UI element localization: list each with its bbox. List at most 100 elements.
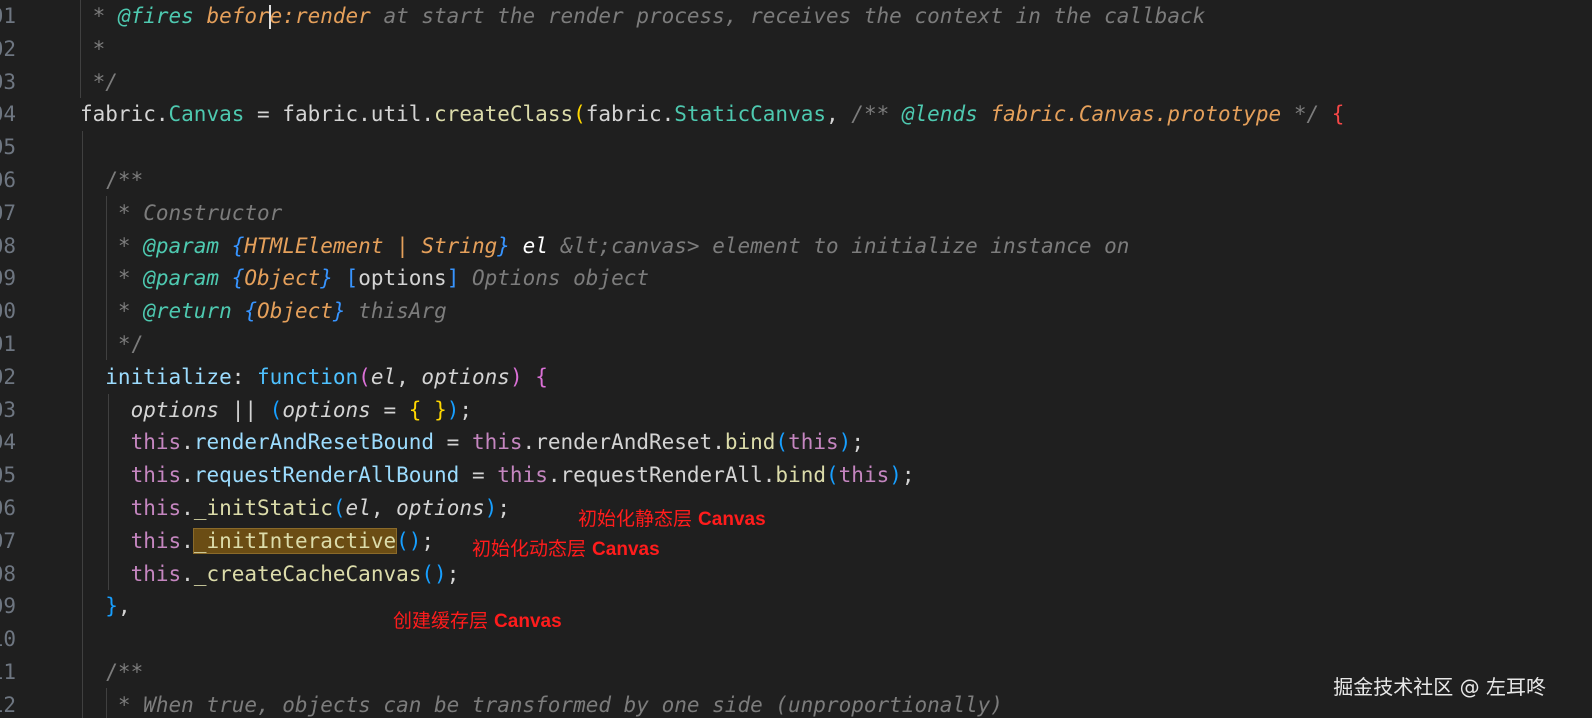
code-token: , — [370, 496, 397, 520]
code-line[interactable]: initialize: function(el, options) { — [80, 361, 548, 394]
line-number: 10 — [0, 627, 16, 652]
annotation-text: 初始化动态层 — [472, 538, 593, 560]
code-token: el — [370, 364, 397, 389]
code-line[interactable]: * — [80, 33, 106, 66]
code-token: fabric. — [80, 102, 169, 127]
code-token: , — [396, 364, 422, 389]
jsdoc-type: HTMLElement | String — [244, 233, 498, 258]
line-number: 07 — [0, 528, 16, 553]
code-token: ; — [901, 463, 915, 488]
code-token: { — [1319, 102, 1345, 127]
code-line[interactable]: * When true, objects can be transformed … — [80, 689, 1003, 718]
code-token: StaticCanvas — [674, 102, 826, 127]
code-line[interactable]: this._initStatic(el, options); — [80, 492, 510, 525]
code-line[interactable]: */ — [80, 328, 143, 361]
comment-star: * — [80, 266, 144, 291]
annotation-text: 创建缓存层 — [393, 610, 495, 632]
code-line[interactable]: }, — [80, 590, 130, 623]
code-token: ) — [838, 430, 852, 455]
code-line[interactable]: * Constructor — [80, 197, 282, 230]
code-line[interactable]: */ — [80, 66, 118, 99]
code-token: } — [80, 594, 118, 619]
annotation-static-canvas: 初始化静态层 Canvas — [578, 504, 766, 531]
code-token: _initStatic — [193, 496, 333, 520]
code-token: ( — [826, 463, 839, 488]
code-token: = — [434, 430, 472, 455]
jsdoc-param-name: options — [358, 266, 447, 291]
code-token: [ — [332, 266, 359, 291]
code-token: ; — [497, 496, 510, 520]
comment-text: * — [80, 36, 106, 61]
line-number: 04 — [0, 102, 16, 127]
comment-text: * Constructor — [80, 200, 283, 225]
line-number-gutter: 01 02 03 04 05 06 07 08 09 00 01 02 03 0… — [0, 0, 52, 718]
code-line[interactable]: this.renderAndResetBound = this.renderAn… — [80, 426, 864, 459]
line-number: 03 — [0, 397, 16, 422]
code-line[interactable]: this.requestRenderAllBound = this.reques… — [80, 459, 915, 492]
code-token: renderAndResetBound — [193, 430, 435, 455]
code-token: ) — [484, 496, 498, 520]
code-token: } — [332, 299, 346, 324]
comment-text: */ — [80, 332, 144, 356]
line-number: 02 — [0, 364, 16, 389]
code-token: options — [396, 496, 485, 520]
comment-text: thisArg — [345, 299, 447, 324]
code-token: ) — [509, 364, 523, 389]
jsdoc-param-name: el — [509, 233, 548, 258]
code-token: this — [130, 496, 182, 520]
jsdoc-tag: @lends — [901, 102, 978, 127]
line-number: 06 — [0, 168, 16, 192]
code-token: .renderAndReset. — [522, 430, 725, 455]
comment-text: /** — [80, 168, 144, 192]
code-line[interactable]: /** — [80, 164, 143, 197]
jsdoc-type: Object — [244, 266, 321, 291]
line-number: 09 — [0, 266, 16, 291]
code-token: } — [497, 233, 510, 258]
code-line[interactable]: /** — [80, 656, 143, 689]
line-number: 07 — [0, 200, 16, 225]
code-line[interactable]: * @param {HTMLElement | String} el &lt;c… — [80, 230, 1130, 263]
code-line[interactable]: * @param {Object} [options] Options obje… — [80, 262, 649, 295]
code-token: , — [826, 102, 852, 127]
code-token: . — [181, 463, 194, 488]
code-line[interactable]: this._createCacheCanvas(); — [80, 558, 460, 591]
code-editor[interactable]: 01 02 03 04 05 06 07 08 09 00 01 02 03 0… — [0, 0, 1592, 718]
jsdoc-tag: @param — [143, 233, 220, 258]
code-token: ( — [573, 102, 586, 127]
code-token: bind — [724, 430, 776, 455]
code-token: el — [345, 496, 371, 520]
line-number: 06 — [0, 496, 16, 520]
code-token: || — [219, 397, 270, 422]
code-token: this — [130, 463, 182, 488]
code-token: { } — [408, 397, 447, 422]
comment-text: * When true, objects can be transformed … — [80, 692, 1003, 717]
code-token: = — [459, 463, 498, 488]
annotation-keyword: Canvas — [494, 611, 562, 632]
line-number: 04 — [0, 430, 16, 455]
code-token: this — [130, 430, 182, 455]
code-line[interactable]: * @fires before:render at start the rend… — [80, 0, 1205, 33]
code-token: .requestRenderAll. — [547, 463, 776, 488]
jsdoc-name: e:render — [269, 4, 371, 28]
line-number: 08 — [0, 561, 16, 586]
code-line[interactable]: * @return {Object} thisArg — [80, 295, 447, 328]
code-token: fabric.Canvas.prototype — [977, 102, 1282, 127]
annotation-keyword: Canvas — [592, 539, 660, 560]
code-line[interactable]: options || (options = { }); — [80, 394, 472, 427]
line-number: 09 — [0, 594, 16, 619]
code-token: /** — [851, 102, 902, 127]
code-token: initialize — [80, 364, 232, 389]
code-token: ; — [421, 528, 435, 553]
code-line[interactable]: this._initInteractive(); — [80, 525, 434, 558]
code-token: ( — [358, 364, 371, 389]
jsdoc-tag: @param — [143, 266, 220, 291]
code-token: createClass — [434, 102, 574, 127]
code-line[interactable]: fabric.Canvas = fabric.util.createClass(… — [80, 98, 1344, 131]
code-token: options — [130, 397, 220, 422]
line-number: 02 — [0, 36, 16, 61]
code-token: requestRenderAllBound — [193, 463, 460, 488]
